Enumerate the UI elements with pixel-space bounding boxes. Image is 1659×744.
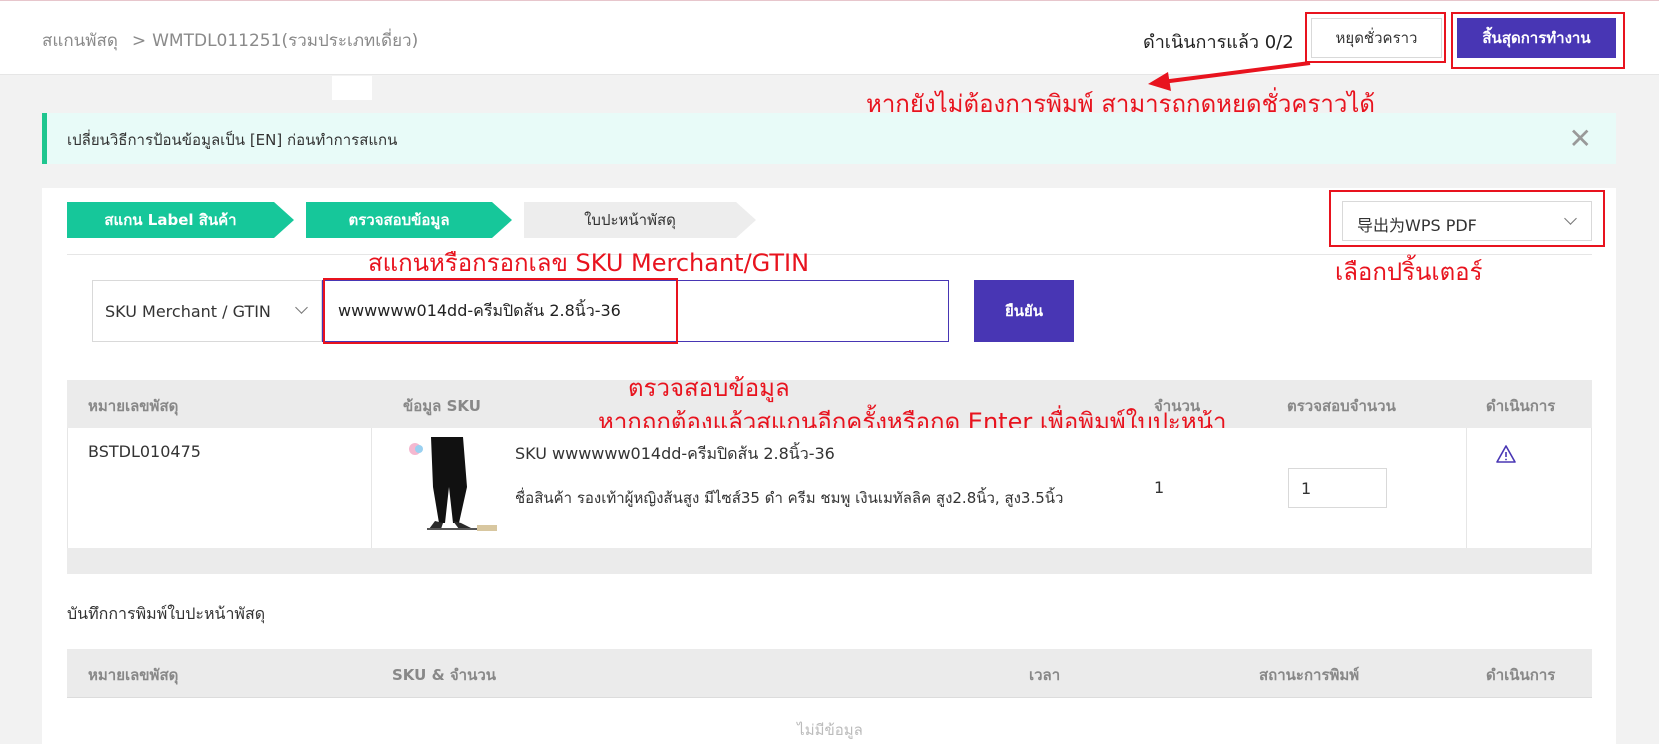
field-type-select[interactable]: SKU Merchant / GTIN	[92, 280, 322, 342]
breadcrumb-separator: >	[131, 31, 147, 51]
close-icon[interactable]: ✕	[1569, 122, 1592, 155]
step-arrow	[736, 202, 756, 238]
sku-code: SKU wwwwww014dd-ครีมปิดส้น 2.8นิ้ว-36	[515, 444, 835, 463]
progress-counter: ดำเนินการแล้ว 0/2	[1143, 32, 1294, 53]
step-label: ใบปะหน้าพัสดุ	[584, 211, 676, 229]
column-header: ดำเนินการ	[1486, 666, 1556, 684]
quantity: 1	[1154, 478, 1165, 497]
step-arrow	[274, 202, 294, 238]
product-name: ชื่อสินค้า รองเท้าผู้หญิงส้นสูง มีไซส์35…	[515, 489, 1064, 507]
breadcrumb-root[interactable]: สแกนพัสดุ	[42, 31, 118, 51]
check-quantity-input[interactable]	[1288, 468, 1387, 508]
log-table-header: หมายเลขพัสดุ SKU & จำนวน เวลา สถานะการพิ…	[67, 649, 1592, 697]
step-label: ตรวจสอบข้อมูล	[348, 211, 450, 229]
column-header: หมายเลขพัสดุ	[88, 666, 179, 684]
table-footer	[67, 548, 1592, 574]
column-divider	[371, 428, 372, 548]
column-header: SKU & จำนวน	[392, 666, 497, 684]
warning-icon[interactable]	[1495, 444, 1517, 464]
step-shipping-label: ใบปะหน้าพัสดุ	[524, 202, 736, 238]
column-header: สถานะการพิมพ์	[1259, 666, 1360, 684]
step-label: สแกน Label สินค้า	[104, 211, 237, 229]
column-header: ดำเนินการ	[1486, 397, 1556, 415]
column-header: เวลา	[1029, 666, 1061, 684]
field-type-value: SKU Merchant / GTIN	[105, 302, 271, 321]
tab-stub	[332, 76, 372, 100]
breadcrumb: สแกนพัสดุ > WMTDL011251(รวมประเภทเดี่ยว)	[42, 27, 418, 54]
column-header: ข้อมูล SKU	[403, 397, 481, 415]
print-log-title: บันทึกการพิมพ์ใบปะหน้าพัสดุ	[67, 604, 266, 623]
chevron-down-icon	[295, 301, 308, 314]
step-check-data: ตรวจสอบข้อมูล	[306, 202, 492, 238]
product-thumbnail	[401, 437, 503, 533]
log-divider	[67, 697, 1592, 698]
empty-state: ไม่มีข้อมูล	[797, 721, 863, 739]
column-header: ตรวจสอบจำนวน	[1287, 397, 1396, 415]
parcel-number: BSTDL010475	[88, 442, 201, 461]
breadcrumb-current: WMTDL011251(รวมประเภทเดี่ยว)	[152, 31, 419, 51]
highlight-pause	[1305, 12, 1446, 63]
printer-hint: เลือกปริ้นเตอร์	[1335, 258, 1483, 286]
highlight-sku-input	[323, 278, 678, 344]
confirm-button[interactable]: ยืนยัน	[974, 280, 1074, 342]
notice-banner: เปลี่ยนวิธีการป้อนข้อมูลเป็น [EN] ก่อนทำ…	[42, 113, 1616, 164]
column-divider	[1466, 428, 1467, 548]
highlight-finish	[1451, 12, 1625, 69]
shoe-image-icon	[401, 437, 503, 533]
highlight-printer	[1329, 190, 1605, 247]
column-header: หมายเลขพัสดุ	[88, 397, 179, 415]
step-scan-label: สแกน Label สินค้า	[67, 202, 274, 238]
scan-hint: สแกนหรือกรอกเลข SKU Merchant/GTIN	[368, 249, 810, 277]
step-arrow	[492, 202, 512, 238]
notice-text: เปลี่ยนวิธีการป้อนข้อมูลเป็น [EN] ก่อนทำ…	[67, 131, 398, 149]
